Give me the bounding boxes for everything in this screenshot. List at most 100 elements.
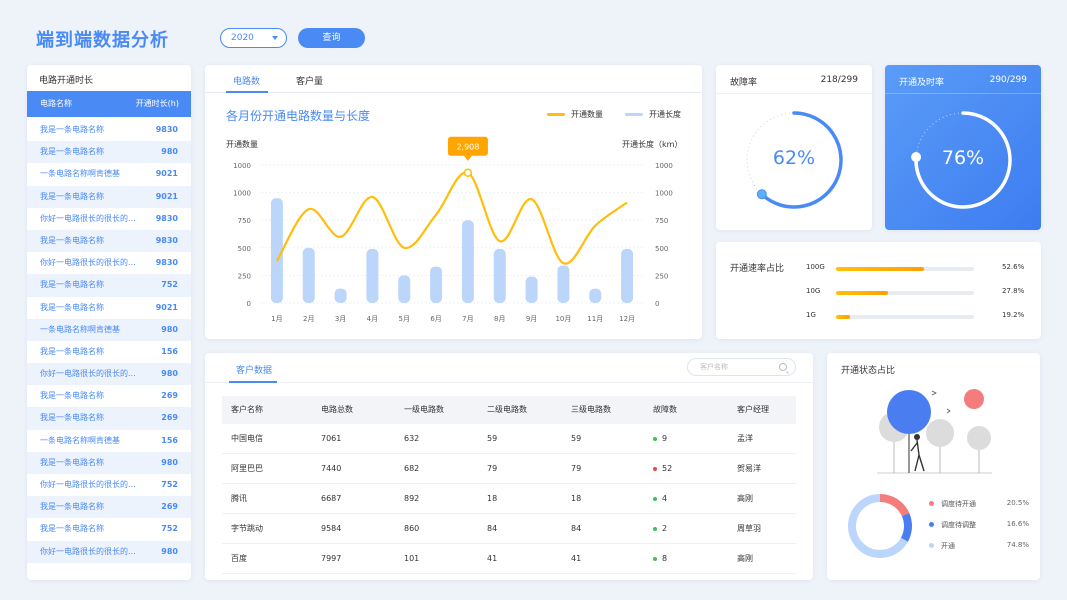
x-tick: 3月	[335, 315, 346, 323]
search-icon[interactable]	[779, 363, 787, 371]
rate-fill	[836, 315, 850, 319]
list-item[interactable]: 我是一条电路名称 980	[27, 141, 191, 164]
fault-count: 8	[662, 554, 668, 563]
cell-manager: 高刚	[737, 494, 753, 503]
y-tick-right: 500	[655, 245, 668, 253]
x-tick: 12月	[619, 315, 635, 323]
x-tick: 8月	[494, 315, 505, 323]
cell-total: 6687	[321, 494, 342, 503]
circuit-name: 我是一条电路名称	[40, 147, 104, 157]
customer-table-header: 客户名称 电路总数 一级电路数 二级电路数 三级电路数 故障数 客户经理	[222, 396, 796, 424]
cell-manager: 孟洋	[737, 434, 753, 443]
legend-percent: 16.6%	[1006, 520, 1029, 528]
rate-percent: 19.2%	[1002, 311, 1025, 319]
list-item[interactable]: 一条电路名称啊肯德基 980	[27, 318, 191, 341]
x-tick: 4月	[367, 315, 378, 323]
cell-l3: 79	[571, 464, 582, 473]
status-dot	[653, 436, 657, 441]
legend-label: 开通	[941, 542, 955, 550]
circuit-duration: 980	[161, 546, 178, 556]
table-row[interactable]: 百度 7997 101 41 41 8 高刚	[222, 544, 796, 574]
list-item[interactable]: 我是一条电路名称 980	[27, 451, 191, 474]
circuit-name: 我是一条电路名称	[40, 302, 104, 312]
list-item[interactable]: 我是一条电路名称 269	[27, 496, 191, 519]
y-tick-left: 750	[238, 217, 251, 225]
fault-count: 4	[662, 494, 668, 503]
list-item[interactable]: 你好一电路很长的很长的... 752	[27, 474, 191, 496]
cell-l1: 101	[404, 554, 420, 563]
query-button[interactable]: 查询	[298, 28, 365, 48]
circuit-name: 你好一电路很长的很长的...	[40, 258, 136, 268]
rate-fill	[836, 291, 889, 295]
circuit-name: 我是一条电路名称	[40, 391, 104, 401]
list-item[interactable]: 你好一电路很长的很长的... 9830	[27, 208, 191, 230]
list-item[interactable]: 我是一条电路名称 752	[27, 274, 191, 297]
y-tick-right: 1000	[655, 162, 673, 170]
legend-percent: 74.8%	[1006, 541, 1029, 549]
status-dot	[653, 556, 657, 561]
fault-cell: 4	[653, 484, 667, 514]
table-row[interactable]: 中国电信 7061 632 59 59 9 孟洋	[222, 424, 796, 454]
list-item[interactable]: 我是一条电路名称 156	[27, 341, 191, 363]
divider	[205, 382, 813, 383]
rate-row: 10G 27.8%	[806, 287, 1036, 299]
circuit-duration-panel: 电路开通时长 电路名称 开通时长(h) 我是一条电路名称 9830 我是一条电路名称…	[27, 65, 191, 580]
legend-item: 调度待调整 16.6%	[929, 520, 1029, 530]
list-item[interactable]: 我是一条电路名称 269	[27, 385, 191, 407]
circuit-duration: 9021	[155, 169, 178, 179]
list-item[interactable]: 你好一电路很长的很长的... 980	[27, 540, 191, 563]
tab-customer-data[interactable]: 客户数据	[236, 363, 272, 376]
circuit-duration: 269	[161, 413, 178, 423]
table-row[interactable]: 腾讯 6687 892 18 18 4 高刚	[222, 484, 796, 514]
rate-row: 100G 52.6%	[806, 263, 1036, 275]
circuit-name: 我是一条电路名称	[40, 457, 104, 467]
fault-cell: 9	[653, 424, 667, 454]
y-tick-right: 750	[655, 217, 668, 225]
fault-count: 9	[662, 434, 668, 443]
combo-chart: 开通数量 开通长度（km） 1000 1000 1000 1000 750 750 500 500…	[226, 136, 682, 323]
tooltip-pointer	[463, 155, 472, 161]
list-item[interactable]: 你好一电路很长的很长的... 9830	[27, 252, 191, 274]
circuit-name: 我是一条电路名称	[40, 191, 104, 201]
bar	[302, 247, 315, 303]
legend-item: 调度待开通 20.5%	[929, 499, 1029, 509]
cell-l1: 632	[404, 434, 420, 443]
legend-percent: 20.5%	[1006, 499, 1029, 507]
list-item[interactable]: 一条电路名称啊肯德基 9021	[27, 163, 191, 185]
list-item[interactable]: 你好一电路很长的很长的... 980	[27, 363, 191, 386]
table-row[interactable]: 字节跳动 9584 860 84 84 2 周草羽	[222, 514, 796, 544]
cell-l1: 892	[404, 494, 420, 503]
circuit-duration: 752	[161, 280, 178, 290]
gauge-knob	[756, 189, 767, 200]
list-item[interactable]: 一条电路名称啊肯德基 156	[27, 430, 191, 452]
cell-l2: 59	[487, 434, 498, 443]
list-item[interactable]: 我是一条电路名称 9830	[27, 119, 191, 141]
cell-l1: 860	[404, 524, 420, 533]
cell-name: 中国电信	[231, 434, 263, 443]
donut-slice	[879, 494, 910, 517]
circuit-name: 你好一电路很长的很长的...	[40, 213, 136, 223]
column-header: 故障数	[653, 405, 677, 414]
status-dot	[653, 496, 657, 501]
bar	[430, 266, 443, 303]
cell-manager: 高刚	[737, 554, 753, 563]
status-dot	[653, 526, 657, 531]
fault-count: 52	[662, 464, 673, 473]
fault-cell: 52	[653, 454, 672, 484]
list-item[interactable]: 我是一条电路名称 9830	[27, 229, 191, 253]
table-row[interactable]: 阿里巴巴 7440 682 79 79 52 贺易洋	[222, 454, 796, 484]
y-tick-left: 500	[238, 245, 251, 253]
fault-rate-card: 故障率 218/299 62%	[716, 65, 872, 230]
cell-total: 9584	[321, 524, 342, 533]
column-header: 二级电路数	[487, 405, 527, 414]
list-item[interactable]: 我是一条电路名称 752	[27, 518, 191, 540]
timely-rate-card: 开通及时率 290/299 76%	[885, 65, 1041, 230]
cell-l3: 41	[571, 554, 582, 563]
cell-name: 百度	[231, 554, 247, 563]
list-item[interactable]: 我是一条电路名称 9021	[27, 185, 191, 208]
customer-search-input[interactable]: 客户名称	[687, 358, 796, 376]
column-header: 客户经理	[737, 405, 769, 414]
list-item[interactable]: 我是一条电路名称 9021	[27, 297, 191, 319]
list-item[interactable]: 我是一条电路名称 269	[27, 407, 191, 430]
year-select[interactable]: 2020	[220, 28, 287, 48]
